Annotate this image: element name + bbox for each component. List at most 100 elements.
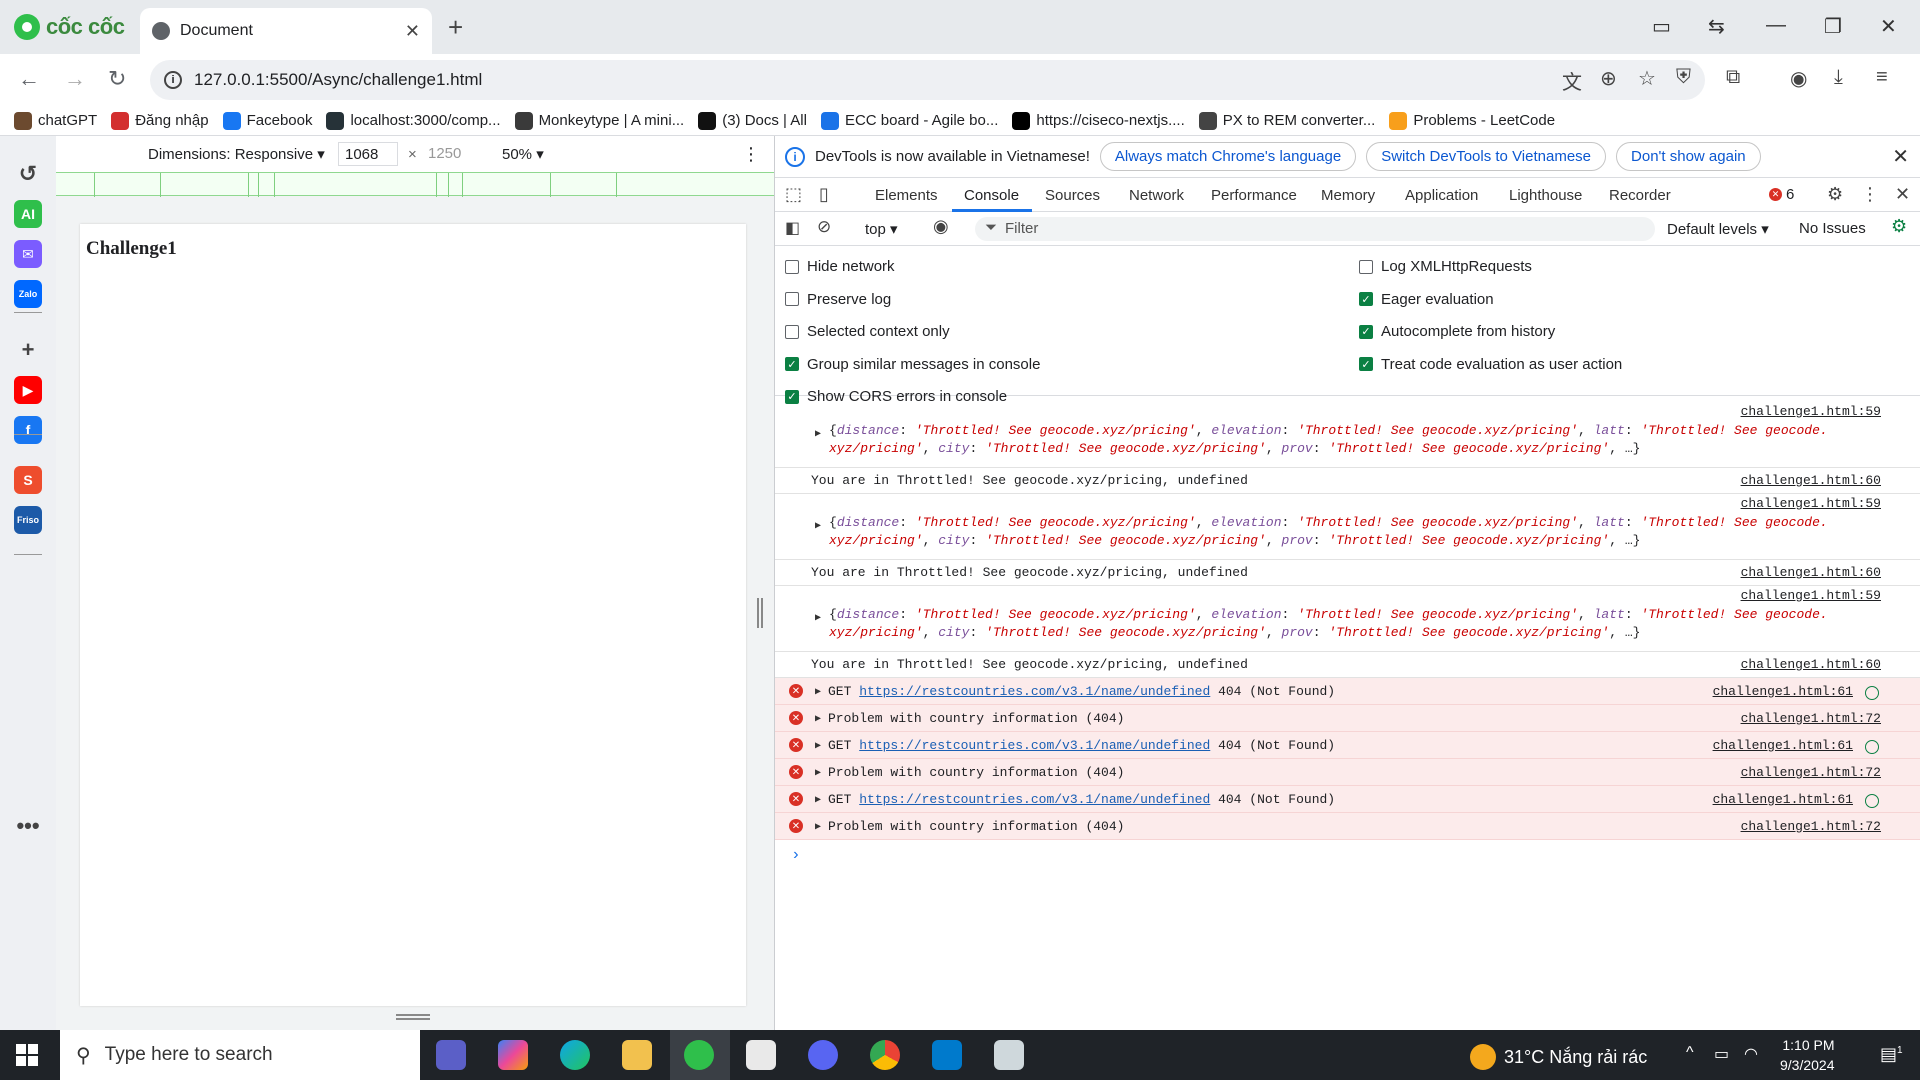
checkbox[interactable]: ✓ [1359, 357, 1373, 371]
issues-button[interactable]: No Issues [1799, 220, 1866, 237]
back-icon[interactable]: ← [18, 66, 40, 92]
console-object-entry[interactable]: challenge1.html:59 ▶ {distance: 'Throttled… [775, 494, 1920, 560]
source-link[interactable]: challenge1.html:60 [1741, 565, 1881, 580]
messenger-icon[interactable]: ✉ [14, 240, 42, 268]
bookmark-item[interactable]: ECC board - Agile bo... [820, 111, 998, 130]
eye-icon[interactable]: ◉ [933, 216, 949, 237]
bookmark-item[interactable]: Monkeytype | A mini... [514, 111, 684, 130]
add-icon[interactable]: + [14, 336, 42, 364]
reload-icon[interactable]: ↻ [108, 66, 126, 92]
coccoc-taskbar-icon[interactable] [684, 1040, 714, 1070]
expand-triangle-icon[interactable]: ▶ [815, 767, 821, 779]
source-link[interactable]: challenge1.html:59 [1741, 496, 1881, 511]
source-link[interactable]: challenge1.html:60 [1741, 473, 1881, 488]
bookmark-item[interactable]: PX to REM converter... [1198, 111, 1375, 130]
checkbox[interactable] [785, 324, 799, 339]
star-icon[interactable]: ☆ [1638, 66, 1656, 91]
console-error-entry[interactable]: ✕ ▶ Problem with country information (404)… [775, 813, 1920, 840]
close-tab-icon[interactable]: ✕ [405, 21, 420, 42]
checkbox[interactable]: ✓ [1359, 324, 1373, 339]
source-link[interactable]: challenge1.html:61 [1713, 684, 1853, 699]
chrome-icon[interactable] [870, 1040, 900, 1070]
bookmark-item[interactable]: localhost:3000/comp... [326, 111, 501, 130]
setting-log-xmlhttprequests[interactable]: Log XMLHttpRequests [1359, 258, 1532, 275]
inspect-element-icon[interactable]: ⬚ [785, 184, 802, 205]
tab-performance[interactable]: Performance [1211, 187, 1297, 204]
checkbox[interactable] [785, 292, 799, 306]
tab-lighthouse[interactable]: Lighthouse [1509, 187, 1582, 204]
source-link[interactable]: challenge1.html:72 [1741, 819, 1881, 834]
bookmark-item[interactable]: Problems - LeetCode [1389, 111, 1555, 130]
snipping-tool-icon[interactable] [994, 1040, 1024, 1070]
tab-recorder[interactable]: Recorder [1609, 187, 1671, 204]
menu-icon[interactable]: ≡ [1876, 66, 1888, 89]
source-link[interactable]: challenge1.html:72 [1741, 711, 1881, 726]
source-link[interactable]: challenge1.html:59 [1741, 404, 1881, 419]
sidebar-toggle-icon[interactable]: ◧ [785, 218, 800, 238]
dont-show-again-button[interactable]: Don't show again [1616, 142, 1761, 171]
setting-hide-network[interactable]: Hide network [785, 258, 895, 275]
taskbar-search[interactable]: ⚲ Type here to search [60, 1030, 420, 1080]
dimensions-select[interactable]: Dimensions: Responsive ▾ [148, 145, 325, 163]
console-object-entry[interactable]: challenge1.html:59 ▶ {distance: 'Throttled… [775, 402, 1920, 468]
setting-group-similar-messages-in-console[interactable]: ✓ Group similar messages in console [785, 356, 1040, 373]
expand-triangle-icon[interactable]: ▶ [815, 821, 821, 833]
bookmark-item[interactable]: chatGPT [14, 111, 97, 130]
request-url-link[interactable]: https://restcountries.com/v3.1/name/unde… [859, 684, 1210, 699]
height-input[interactable]: 1250 [422, 142, 482, 166]
bookmark-item[interactable]: Đăng nhập [111, 111, 209, 130]
tray-chevron-icon[interactable]: ^ [1686, 1044, 1694, 1062]
switch-language-button[interactable]: Switch DevTools to Vietnamese [1366, 142, 1607, 171]
translate-icon[interactable]: 文 [1562, 66, 1582, 95]
tab-elements[interactable]: Elements [875, 187, 938, 204]
source-link[interactable]: challenge1.html:59 [1741, 588, 1881, 603]
close-devtools-icon[interactable]: ✕ [1895, 184, 1910, 205]
console-object-entry[interactable]: challenge1.html:59 ▶ {distance: 'Throttled… [775, 586, 1920, 652]
resize-handle-right[interactable] [757, 598, 763, 628]
match-language-button[interactable]: Always match Chrome's language [1099, 142, 1357, 171]
tab-sources[interactable]: Sources [1045, 187, 1100, 204]
source-link[interactable]: challenge1.html:60 [1741, 657, 1881, 672]
bookmark-item[interactable]: https://ciseco-nextjs.... [1012, 111, 1185, 130]
windows-start-icon[interactable] [16, 1044, 38, 1066]
tab-network[interactable]: Network [1129, 187, 1184, 204]
close-window-icon[interactable]: ✕ [1880, 14, 1897, 39]
discord-icon[interactable] [808, 1040, 838, 1070]
expand-triangle-icon[interactable]: ▶ [815, 612, 821, 624]
shopee-icon[interactable]: S [14, 466, 42, 494]
request-url-link[interactable]: https://restcountries.com/v3.1/name/unde… [859, 738, 1210, 753]
checkbox[interactable]: ✓ [785, 357, 799, 371]
context-select[interactable]: top ▾ [865, 220, 898, 238]
more-icon[interactable]: ••• [14, 812, 42, 840]
tab-application[interactable]: Application [1405, 187, 1478, 204]
expand-triangle-icon[interactable]: ▶ [815, 520, 821, 532]
youtube-icon[interactable]: ▶ [14, 376, 42, 404]
back-arrow-icon[interactable]: ⇆ [1708, 14, 1725, 39]
source-link[interactable]: challenge1.html:61 [1713, 738, 1853, 753]
setting-autocomplete-from-history[interactable]: ✓ Autocomplete from history [1359, 323, 1555, 340]
network-globe-icon[interactable] [1865, 686, 1879, 700]
ai-icon[interactable]: AI [14, 200, 42, 228]
tab-memory[interactable]: Memory [1321, 187, 1375, 204]
setting-selected-context-only[interactable]: Selected context only [785, 323, 950, 340]
profile-icon[interactable]: ◉ [1790, 66, 1807, 91]
weather-widget[interactable]: 31°C Nắng rải rác [1470, 1044, 1647, 1070]
bookmark-item[interactable]: Facebook [222, 111, 312, 130]
site-info-icon[interactable]: i [164, 71, 182, 89]
console-settings-icon[interactable]: ⚙ [1891, 216, 1907, 237]
expand-triangle-icon[interactable]: ▶ [815, 686, 821, 698]
file-explorer-icon[interactable] [622, 1040, 652, 1070]
log-levels-select[interactable]: Default levels ▾ [1667, 220, 1769, 238]
setting-preserve-log[interactable]: Preserve log [785, 291, 891, 308]
kebab-icon[interactable]: ⋮ [1861, 184, 1879, 205]
tab-console[interactable]: Console [964, 187, 1019, 204]
source-link[interactable]: challenge1.html:61 [1713, 792, 1853, 807]
checkbox[interactable] [1359, 259, 1373, 274]
facebook-icon[interactable]: f [14, 416, 42, 444]
zalo-icon[interactable]: Zalo [14, 280, 42, 308]
resize-handle-bottom[interactable] [396, 1014, 430, 1020]
expand-triangle-icon[interactable]: ▶ [815, 428, 821, 440]
new-tab-icon[interactable]: + [448, 12, 463, 43]
clear-console-icon[interactable]: ⊘ [817, 217, 831, 237]
app-icon[interactable] [746, 1040, 776, 1070]
